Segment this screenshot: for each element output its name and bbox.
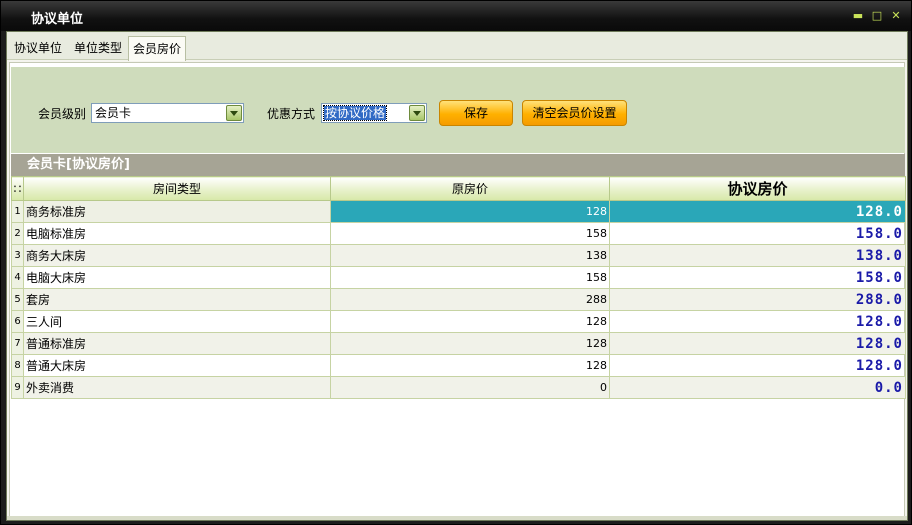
table-row[interactable]: 9 外卖消费 0 0.0 [11, 376, 906, 399]
table-row[interactable]: 6 三人间 128 128.0 [11, 310, 906, 333]
original-price-cell[interactable]: 0 [330, 376, 610, 399]
room-type-cell[interactable]: 电脑大床房 [23, 266, 331, 289]
original-price-cell[interactable]: 128 [330, 200, 610, 223]
room-type-cell[interactable]: 普通大床房 [23, 354, 331, 377]
row-indicator-header[interactable]: ∷ [11, 176, 24, 201]
save-button[interactable]: 保存 [439, 100, 513, 126]
discount-method-select[interactable]: 按协议价格 [321, 103, 427, 123]
member-level-label: 会员级别 [38, 107, 87, 121]
member-price-pane: 会员级别 会员卡 优惠方式 按协议价格 保存 清空会员价设置 会员卡[协议房价] [9, 62, 906, 518]
room-type-cell[interactable]: 商务大床房 [23, 244, 331, 267]
tab-bar: 协议单位 单位类型 会员房价 [7, 32, 907, 61]
agreement-price-cell[interactable]: 158.0 [609, 222, 906, 245]
original-price-cell[interactable]: 288 [330, 288, 610, 311]
bottom-status-line [7, 516, 907, 520]
row-number: 1 [11, 200, 24, 223]
room-type-cell[interactable]: 外卖消费 [23, 376, 331, 399]
room-price-table: ∷ 房间类型 原房价 协议房价 1 商务标准房 128 128.0 2 电脑标准… [11, 176, 906, 399]
table-row[interactable]: 8 普通大床房 128 128.0 [11, 354, 906, 377]
title-bar[interactable]: 协议单位 ▬ □ ✕ [1, 1, 911, 31]
clear-member-price-button[interactable]: 清空会员价设置 [522, 100, 627, 126]
client-area: 协议单位 单位类型 会员房价 会员级别 会员卡 优惠方式 按协议价格 保存 清空… [6, 31, 908, 521]
member-level-select[interactable]: 会员卡 [91, 103, 244, 123]
table-row[interactable]: 4 电脑大床房 158 158.0 [11, 266, 906, 289]
table-row[interactable]: 3 商务大床房 138 138.0 [11, 244, 906, 267]
agreement-price-cell[interactable]: 158.0 [609, 266, 906, 289]
discount-method-label: 优惠方式 [267, 107, 316, 121]
agreement-price-header[interactable]: 协议房价 [609, 176, 906, 201]
row-number: 8 [11, 354, 24, 377]
tab-agreement-units[interactable]: 协议单位 [12, 38, 64, 60]
row-number: 3 [11, 244, 24, 267]
original-price-cell[interactable]: 128 [330, 332, 610, 355]
app-window: 协议单位 ▬ □ ✕ 协议单位 单位类型 会员房价 会员级别 会员卡 优惠方式 … [0, 0, 912, 525]
row-number: 5 [11, 288, 24, 311]
chevron-down-icon[interactable] [226, 105, 242, 121]
agreement-price-cell[interactable]: 128.0 [609, 310, 906, 333]
table-header-row: ∷ 房间类型 原房价 协议房价 [11, 176, 906, 201]
table-row[interactable]: 5 套房 288 288.0 [11, 288, 906, 311]
room-type-cell[interactable]: 电脑标准房 [23, 222, 331, 245]
original-price-cell[interactable]: 158 [330, 266, 610, 289]
chevron-down-icon[interactable] [409, 105, 425, 121]
agreement-price-cell[interactable]: 128.0 [609, 332, 906, 355]
room-type-cell[interactable]: 商务标准房 [23, 200, 331, 223]
original-price-cell[interactable]: 138 [330, 244, 610, 267]
room-type-cell[interactable]: 三人间 [23, 310, 331, 333]
original-price-cell[interactable]: 128 [330, 354, 610, 377]
row-number: 2 [11, 222, 24, 245]
agreement-price-cell[interactable]: 288.0 [609, 288, 906, 311]
row-number: 4 [11, 266, 24, 289]
table-row[interactable]: 7 普通标准房 128 128.0 [11, 332, 906, 355]
table-row[interactable]: 2 电脑标准房 158 158.0 [11, 222, 906, 245]
section-title: 会员卡[协议房价] [11, 154, 905, 176]
agreement-price-cell[interactable]: 138.0 [609, 244, 906, 267]
discount-method-value: 按协议价格 [322, 105, 388, 121]
filter-panel: 会员级别 会员卡 优惠方式 按协议价格 保存 清空会员价设置 [11, 67, 905, 153]
original-price-cell[interactable]: 128 [330, 310, 610, 333]
original-price-cell[interactable]: 158 [330, 222, 610, 245]
original-price-header[interactable]: 原房价 [330, 176, 610, 201]
row-number: 9 [11, 376, 24, 399]
agreement-price-cell[interactable]: 128.0 [609, 354, 906, 377]
row-number: 7 [11, 332, 24, 355]
room-type-header[interactable]: 房间类型 [23, 176, 331, 201]
close-icon[interactable]: ✕ [890, 10, 902, 22]
minimize-icon[interactable]: ▬ [852, 10, 864, 22]
row-number: 6 [11, 310, 24, 333]
window-title: 协议单位 [31, 12, 84, 27]
member-level-value: 会员卡 [95, 106, 132, 120]
tab-unit-types[interactable]: 单位类型 [72, 38, 124, 60]
agreement-price-cell[interactable]: 128.0 [609, 200, 906, 223]
agreement-price-cell[interactable]: 0.0 [609, 376, 906, 399]
room-type-cell[interactable]: 普通标准房 [23, 332, 331, 355]
table-row[interactable]: 1 商务标准房 128 128.0 [11, 200, 906, 223]
room-type-cell[interactable]: 套房 [23, 288, 331, 311]
tab-member-room-price[interactable]: 会员房价 [128, 36, 187, 61]
maximize-icon[interactable]: □ [871, 10, 883, 22]
